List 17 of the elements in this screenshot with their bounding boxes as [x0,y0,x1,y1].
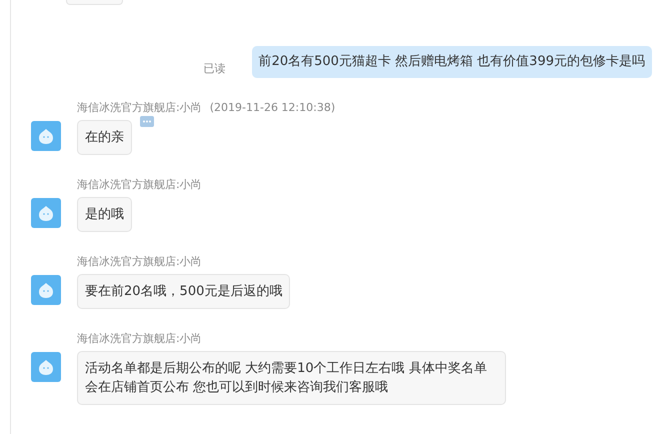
more-icon[interactable] [140,116,154,127]
message-bubble: 要在前20名哦，500元是后返的哦 [77,274,290,309]
sender-name: 海信冰洗官方旗舰店:小尚 [77,331,202,347]
message-bubble: 在的亲 [77,120,132,155]
message-bubble: 是的哦 [77,197,132,232]
sender-name: 海信冰洗官方旗舰店:小尚 [77,100,202,116]
message-bubble [66,0,123,5]
avatar-icon [31,121,61,151]
message-bubble: 活动名单都是后期公布的呢 大约需要10个工作日左右哦 具体中奖名单会在店铺首页公布 您也可以到时候来咨询我们客服哦 [77,351,506,405]
avatar-icon [31,275,61,305]
read-status: 已读 [204,61,226,76]
message-bubble: 前20名有500元猫超卡 然后赠电烤箱 也有价值399元的包修卡是吗 [252,46,652,78]
sender-name: 海信冰洗官方旗舰店:小尚 [77,177,202,193]
avatar-icon [31,352,61,382]
timestamp: (2019-11-26 12:10:38) [210,100,336,116]
sender-name: 海信冰洗官方旗舰店:小尚 [77,254,202,270]
avatar-icon [31,198,61,228]
